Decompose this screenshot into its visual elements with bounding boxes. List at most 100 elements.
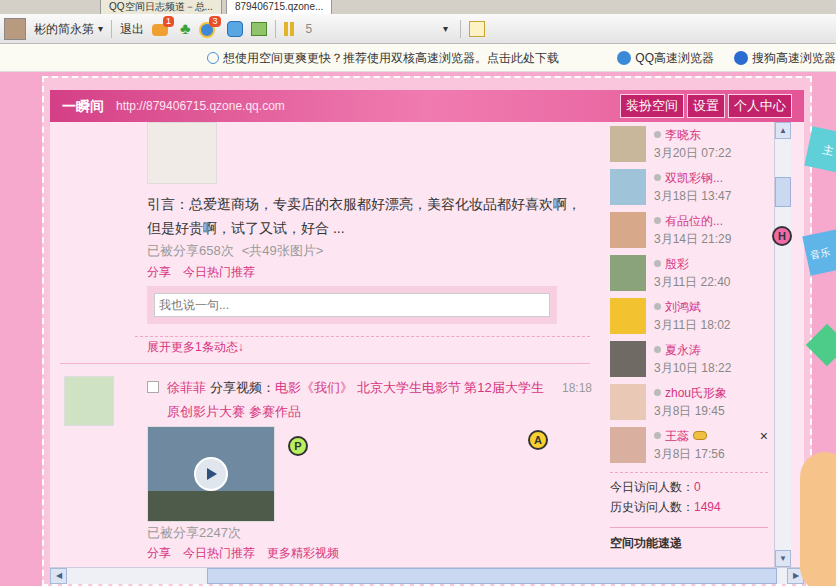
hand-icon [693,431,707,440]
header-button[interactable]: 装扮空间 [620,94,684,118]
scroll-up-icon[interactable]: ▲ [775,122,791,139]
header-button[interactable]: 设置 [687,94,725,118]
visit-time: 3月14日 21:29 [654,230,768,248]
marker-badge: A [528,430,548,450]
section-title: 空间功能速递 [610,534,768,552]
visit-time: 3月11日 22:40 [654,273,768,291]
browser-tabs: QQ空间日志频道－总... 879406715.qzone... [0,0,836,14]
space-title: 一瞬间 [62,96,104,117]
video-thumbnail[interactable] [147,426,275,522]
marker-badge: H [772,226,792,246]
browser-link[interactable]: QQ高速浏览器 [635,49,714,67]
visitor-avatar[interactable] [610,384,646,420]
horizontal-scrollbar[interactable]: ◀▶ [50,567,804,584]
visitor-avatar[interactable] [610,212,646,248]
comment-input[interactable]: 我也说一句... [154,293,550,317]
blog-intro[interactable]: 引言：总爱逛商场，专卖店的衣服都好漂亮，美容化妆品都好喜欢啊，但是好贵啊，试了又… [147,192,587,240]
info-icon [207,52,219,64]
feed-action[interactable]: 分享 [147,262,171,282]
edit-icon[interactable] [469,21,485,37]
visitor-name[interactable]: 殷彩 [665,255,689,273]
browser-logo-icon [734,51,748,65]
scroll-left-icon[interactable]: ◀ [50,568,67,584]
visitor-name[interactable]: 王蕊 [665,427,689,445]
share-count: 已被分享658次 [147,240,234,262]
video-feed-icon [147,381,159,393]
visitor-panel: 李晓东3月20日 07:22双凯彩钢...3月18日 13:47有品位的...3… [602,122,774,567]
search-box[interactable]: 5▾ [302,19,452,39]
visitor-name[interactable]: zhou氏形象 [665,384,727,402]
visitor-row[interactable]: 殷彩3月11日 22:40 [610,251,768,294]
visit-time: 3月11日 18:02 [654,316,768,334]
scroll-thumb[interactable] [775,177,791,207]
visitor-row[interactable]: zhou氏形象3月8日 19:45 [610,380,768,423]
visitor-avatar[interactable] [610,169,646,205]
status-dot [654,131,661,138]
comment-box: 我也说一句... [147,286,557,324]
user-avatar[interactable] [4,18,26,40]
browser-tab[interactable]: 879406715.qzone... [226,0,332,14]
post-item: 徐菲菲分享视频：电影《我们》 北京大学生电影节 第12届大学生原创影片大赛 参赛… [50,364,602,562]
notice-text[interactable]: 想使用空间更爽更快？推荐使用双核高速浏览器。点击此处下载 [223,49,597,67]
feed-action[interactable]: 今日热门推荐 [183,544,255,562]
picture-count[interactable]: <共49张图片> [242,240,324,262]
visit-stat: 今日访问人数：0 [610,477,768,497]
visitor-row[interactable]: 李晓东3月20日 07:22 [610,122,768,165]
visitor-avatar[interactable] [610,298,646,334]
visitor-row[interactable]: 刘鸿斌3月11日 18:02 [610,294,768,337]
visitor-avatar[interactable] [610,427,646,463]
app: QQ空间日志频道－总... 879406715.qzone... 彬的简永第▾ 退出 1… [0,0,836,586]
blog-thumbnail[interactable] [147,122,217,184]
visitor-name[interactable]: 有品位的... [665,212,723,230]
app-icon[interactable] [227,21,243,37]
visitor-row[interactable]: 有品位的...3月14日 21:29 [610,208,768,251]
blog-item: 引言：总爱逛商场，专卖店的衣服都好漂亮，美容化妆品都好喜欢啊，但是好贵啊，试了又… [50,122,602,324]
logout-button[interactable]: 退出 [120,20,144,38]
marker-badge: P [288,436,308,456]
post-author[interactable]: 徐菲菲 [167,380,206,395]
feed-action[interactable]: 分享 [147,544,171,562]
visitor-name[interactable]: 李晓东 [665,126,701,144]
browser-logo-icon [617,51,631,65]
feed: 引言：总爱逛商场，专卖店的衣服都好漂亮，美容化妆品都好喜欢啊，但是好贵啊，试了又… [50,122,602,567]
deco-figure [800,452,836,586]
exit-icon[interactable] [251,22,267,36]
pause-icon[interactable] [284,22,294,36]
page: 一瞬间 http://879406715.qzone.qq.com 装扮空间设置个人… [0,72,836,586]
feed-action[interactable]: 更多精彩视频 [267,544,339,562]
visitor-name[interactable]: 夏永涛 [665,341,701,359]
remove-button[interactable]: × [760,427,768,445]
visit-time: 3月18日 13:47 [654,187,768,205]
visitor-avatar[interactable] [610,255,646,291]
play-icon[interactable] [194,457,228,491]
visitor-avatar[interactable] [610,126,646,162]
toolbar: 彬的简永第▾ 退出 1 ♣ 3 5▾ [0,14,836,44]
visitor-row[interactable]: 王蕊 ×3月8日 17:56 [610,423,768,466]
browser-tab[interactable]: QQ空间日志频道－总... [100,0,222,14]
header-button[interactable]: 个人中心 [728,94,792,118]
status-dot [654,432,661,439]
message-button[interactable]: 1 [152,20,172,38]
visitor-name[interactable]: 双凯彩钢... [665,169,723,187]
share-count: 已被分享2247次 [147,522,592,544]
notice-bar: 想使用空间更爽更快？推荐使用双核高速浏览器。点击此处下载 QQ高速浏览器 搜狗高速浏… [0,44,836,72]
status-dot [654,260,661,267]
post-avatar[interactable] [64,376,114,426]
visit-time: 3月8日 17:56 [654,445,768,463]
visitor-row[interactable]: 夏永涛3月10日 18:22 [610,337,768,380]
user-menu[interactable]: 彬的简永第▾ [34,20,103,38]
expand-link[interactable]: 展开更多1条动态↓ [147,337,602,357]
scroll-down-icon[interactable]: ▼ [775,550,791,567]
browser-button[interactable]: 3 [199,20,219,38]
visitor-avatar[interactable] [610,341,646,377]
space-frame: 一瞬间 http://879406715.qzone.qq.com 装扮空间设置个人… [42,76,812,586]
vertical-scrollbar[interactable]: ▲▼ [774,122,791,567]
clover-icon[interactable]: ♣ [180,21,191,37]
visitor-name[interactable]: 刘鸿斌 [665,298,701,316]
browser-link[interactable]: 搜狗高速浏览器 [752,49,836,67]
space-url[interactable]: http://879406715.qzone.qq.com [116,97,285,115]
feed-action[interactable]: 今日热门推荐 [183,262,255,282]
visitor-row[interactable]: 双凯彩钢...3月18日 13:47 [610,165,768,208]
status-dot [654,389,661,396]
scroll-thumb[interactable] [207,568,777,584]
